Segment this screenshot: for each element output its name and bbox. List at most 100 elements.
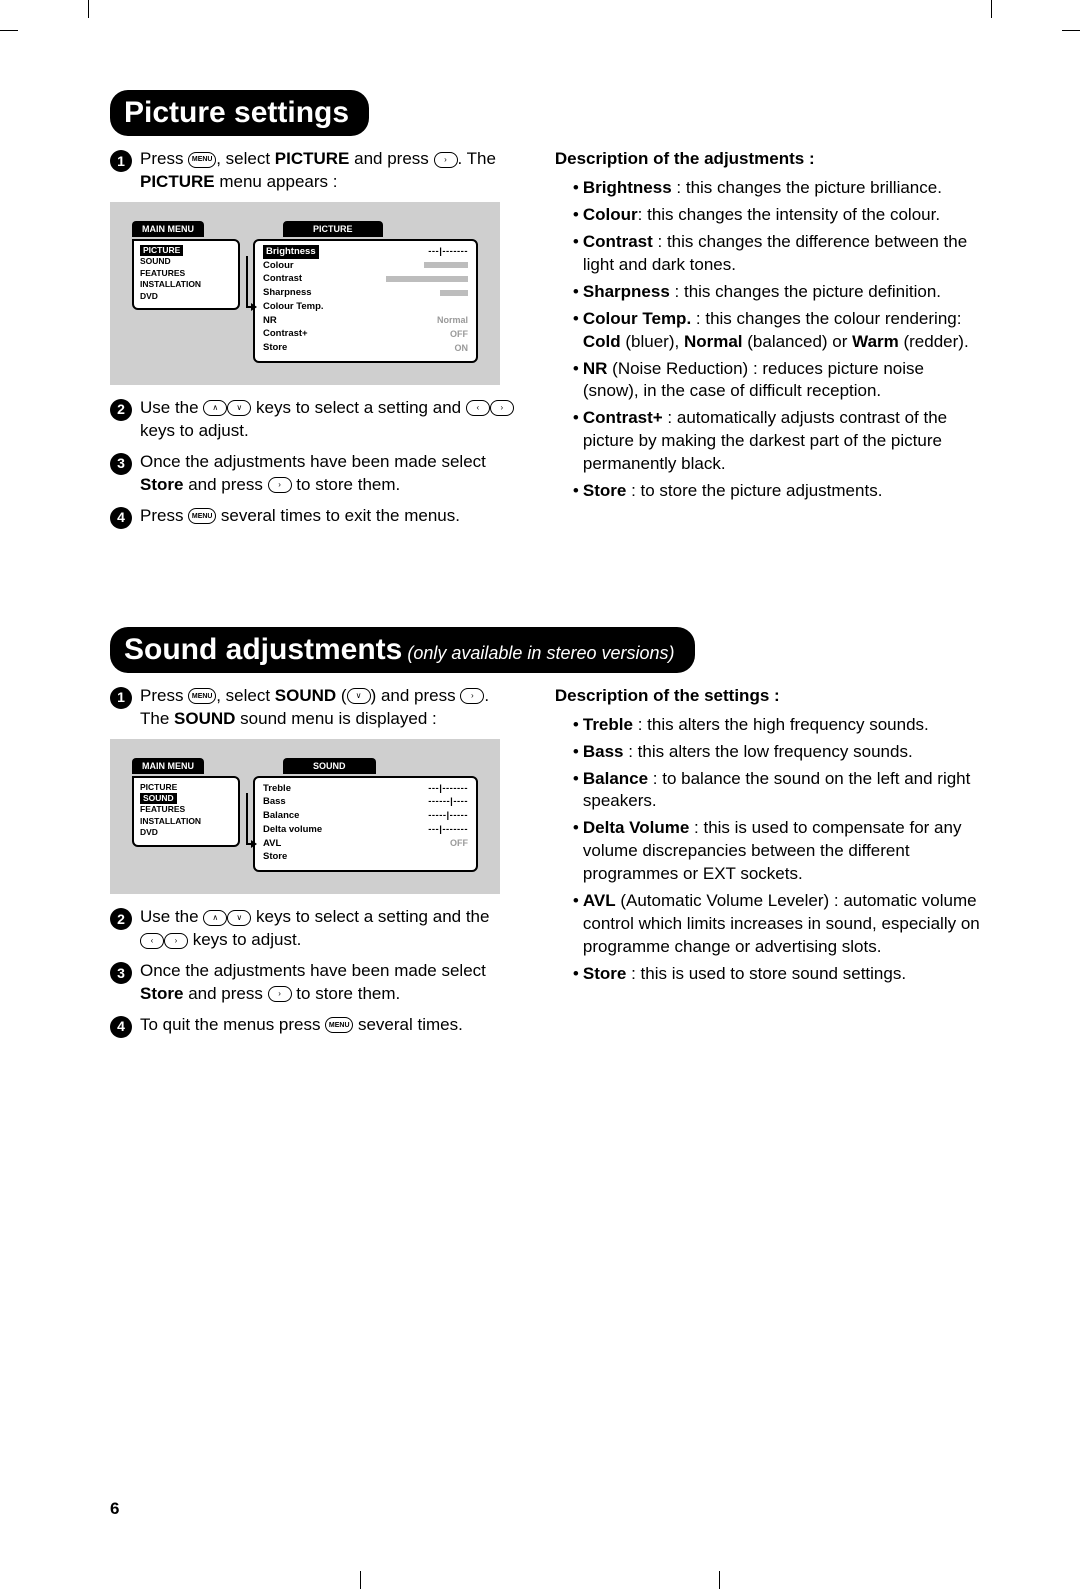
osd-main-item: SOUND <box>140 256 232 267</box>
desc-text: Treble : this alters the high frequency … <box>583 714 929 737</box>
desc-item: •Colour Temp. : this changes the colour … <box>573 308 980 354</box>
osd-text-value: OFF <box>450 328 468 341</box>
section-heading-sound: Sound adjustments (only available in ste… <box>110 627 695 673</box>
step-number-icon: 3 <box>110 962 132 984</box>
sound-osd: MAIN MENU PICTURESOUNDFEATURESINSTALLATI… <box>110 739 500 895</box>
step-number-icon: 3 <box>110 453 132 475</box>
osd-text-value: OFF <box>450 837 468 850</box>
osd-row-label: AVL <box>263 837 281 851</box>
desc-item: •Delta Volume : this is used to compensa… <box>573 817 980 886</box>
crop-mark <box>719 1571 720 1589</box>
osd-row-label: Store <box>263 850 287 864</box>
desc-text: Store : to store the picture adjustments… <box>583 480 883 503</box>
desc-text: Contrast+ : automatically adjusts contra… <box>583 407 980 476</box>
bullet-icon: • <box>573 714 583 737</box>
up-button-icon: ∧ <box>203 400 227 416</box>
osd-sub-tab: SOUND <box>283 758 376 774</box>
osd-slider-value: ---|------- <box>428 823 468 837</box>
bullet-icon: • <box>573 768 583 814</box>
bullet-icon: • <box>573 231 583 277</box>
osd-main-menu: PICTURESOUNDFEATURESINSTALLATIONDVD <box>132 239 240 310</box>
left-button-icon: ‹ <box>140 933 164 949</box>
osd-main-item: INSTALLATION <box>140 816 232 827</box>
sound-step-4-text: To quit the menus press MENU several tim… <box>140 1014 515 1038</box>
step-number-icon: 4 <box>110 507 132 529</box>
osd-main-menu: PICTURESOUNDFEATURESINSTALLATIONDVD <box>132 776 240 847</box>
osd-row-label: Delta volume <box>263 823 322 837</box>
picture-right-column: Description of the adjustments : •Bright… <box>555 148 980 537</box>
osd-row-label: Colour Temp. <box>263 300 324 314</box>
step-3-text: Once the adjustments have been made sele… <box>140 451 515 497</box>
osd-row-label: Contrast <box>263 272 302 286</box>
osd-row-label: Contrast+ <box>263 327 308 341</box>
step-number-icon: 1 <box>110 150 132 172</box>
osd-main-item: FEATURES <box>140 268 232 279</box>
desc-item: •Store : to store the picture adjustment… <box>573 480 980 503</box>
menu-button-icon: MENU <box>188 152 216 168</box>
bullet-icon: • <box>573 963 583 986</box>
page: Picture settings 1 Press MENU, select PI… <box>0 0 1080 1589</box>
bullet-icon: • <box>573 308 583 354</box>
osd-row: Treble---|------- <box>263 782 468 796</box>
sound-step-1-text: Press MENU, select SOUND (∨) and press ›… <box>140 685 515 731</box>
desc-text: Delta Volume : this is used to compensat… <box>583 817 980 886</box>
osd-connector-icon <box>246 793 251 845</box>
picture-osd: MAIN MENU PICTURESOUNDFEATURESINSTALLATI… <box>110 202 500 385</box>
heading-subtitle: (only available in stereo versions) <box>402 643 674 663</box>
desc-text: NR (Noise Reduction) : reduces picture n… <box>583 358 980 404</box>
osd-bar-value <box>424 262 468 268</box>
desc-item: •Colour: this changes the intensity of t… <box>573 204 980 227</box>
desc-item: •Store : this is used to store sound set… <box>573 963 980 986</box>
bullet-icon: • <box>573 741 583 764</box>
right-button-icon: › <box>268 986 292 1002</box>
desc-item: •Brightness : this changes the picture b… <box>573 177 980 200</box>
osd-main-tab: MAIN MENU <box>132 221 204 237</box>
crop-mark <box>0 30 18 31</box>
crop-mark <box>991 0 992 18</box>
osd-text-value: ON <box>455 342 469 355</box>
osd-sub-menu: Brightness---|-------ColourContrastSharp… <box>253 239 478 363</box>
desc-text: Contrast : this changes the difference b… <box>583 231 980 277</box>
osd-main-item: INSTALLATION <box>140 279 232 290</box>
osd-row: Balance-----|----- <box>263 809 468 823</box>
osd-sub-tab: PICTURE <box>283 221 383 237</box>
osd-slider-value: ---|------- <box>428 782 468 796</box>
osd-row: Contrast <box>263 272 468 286</box>
step-1-text: Press MENU, select PICTURE and press ›. … <box>140 148 515 194</box>
osd-text-value: Normal <box>437 314 468 327</box>
desc-item: •Bass : this alters the low frequency so… <box>573 741 980 764</box>
sound-step-3-text: Once the adjustments have been made sele… <box>140 960 515 1006</box>
right-button-icon: › <box>164 933 188 949</box>
bullet-icon: • <box>573 358 583 404</box>
osd-connector-icon <box>246 256 251 308</box>
up-button-icon: ∧ <box>203 910 227 926</box>
desc-item: •Treble : this alters the high frequency… <box>573 714 980 737</box>
step-number-icon: 1 <box>110 687 132 709</box>
down-button-icon: ∨ <box>227 910 251 926</box>
heading-text: Sound adjustments <box>124 633 402 666</box>
desc-item: •AVL (Automatic Volume Leveler) : automa… <box>573 890 980 959</box>
desc-text: Store : this is used to store sound sett… <box>583 963 906 986</box>
right-button-icon: › <box>490 400 514 416</box>
desc-item: •Sharpness : this changes the picture de… <box>573 281 980 304</box>
osd-row-label: NR <box>263 314 277 328</box>
desc-text: Colour Temp. : this changes the colour r… <box>583 308 980 354</box>
sound-desc-list: •Treble : this alters the high frequency… <box>555 714 980 986</box>
desc-text: AVL (Automatic Volume Leveler) : automat… <box>583 890 980 959</box>
osd-main-item: PICTURE <box>140 245 232 256</box>
step-number-icon: 2 <box>110 908 132 930</box>
sound-left-column: 1 Press MENU, select SOUND (∨) and press… <box>110 685 515 1046</box>
left-button-icon: ‹ <box>466 400 490 416</box>
desc-item: •Contrast : this changes the difference … <box>573 231 980 277</box>
osd-slider-value: ---|------- <box>428 245 468 259</box>
picture-desc-heading: Description of the adjustments : <box>555 148 980 171</box>
crop-mark <box>1062 30 1080 31</box>
osd-row-label: Store <box>263 341 287 355</box>
osd-bar-value <box>386 276 468 282</box>
right-button-icon: › <box>434 152 458 168</box>
down-button-icon: ∨ <box>227 400 251 416</box>
osd-main-item: SOUND <box>140 793 232 804</box>
bullet-icon: • <box>573 407 583 476</box>
osd-row: Store ON <box>263 341 468 355</box>
osd-slider-value: -----|----- <box>428 809 468 823</box>
